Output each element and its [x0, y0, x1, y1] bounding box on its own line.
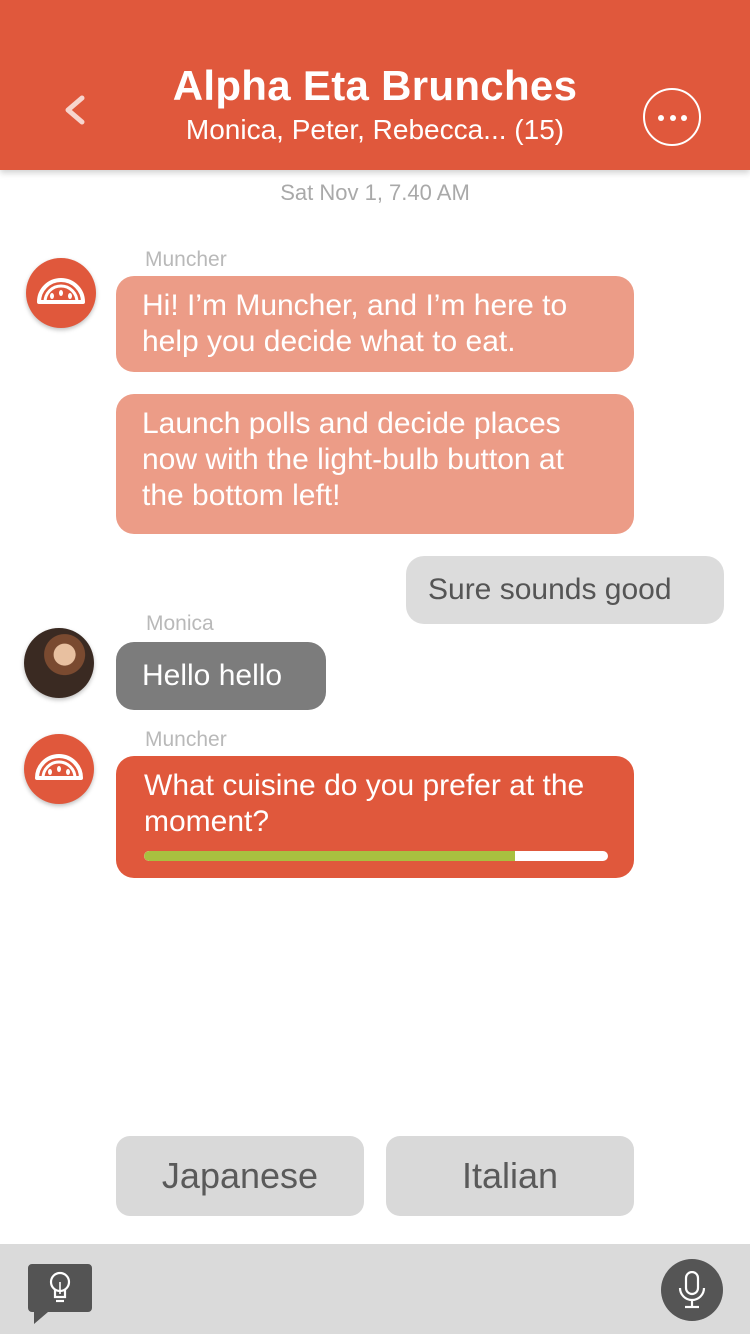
message-text: Launch polls and decide places now with …: [142, 407, 564, 512]
chat-header: Alpha Eta Brunches Monica, Peter, Rebecc…: [0, 0, 750, 170]
message-bubble: Hi! I’m Muncher, and I’m here to help yo…: [116, 276, 634, 372]
watermelon-icon: [35, 754, 83, 780]
watermelon-icon: [37, 278, 85, 304]
more-options-button[interactable]: [643, 88, 701, 146]
monica-avatar[interactable]: [24, 628, 94, 698]
sender-name: Muncher: [145, 728, 227, 751]
light-bulb-icon: [28, 1264, 92, 1324]
option-italian-button[interactable]: Italian: [386, 1136, 634, 1216]
poll-message-bubble[interactable]: What cuisine do you prefer at the moment…: [116, 756, 634, 878]
chat-timestamp: Sat Nov 1, 7.40 AM: [280, 180, 470, 205]
option-japanese-button[interactable]: Japanese: [116, 1136, 364, 1216]
poll-progress-fill: [144, 851, 516, 861]
message-text: Sure sounds good: [428, 573, 672, 606]
sender-name: Monica: [146, 612, 214, 635]
ellipsis-icon: [658, 114, 664, 121]
muncher-avatar[interactable]: [26, 258, 96, 328]
input-bar: [0, 1244, 750, 1334]
message-bubble: Hello hello: [116, 642, 326, 710]
light-bulb-button[interactable]: [26, 1262, 94, 1326]
own-message-bubble: Sure sounds good: [406, 556, 724, 624]
sender-name: Muncher: [145, 248, 227, 271]
message-text: What cuisine do you prefer at the moment…: [144, 769, 585, 838]
message-text: Hello hello: [142, 659, 283, 692]
microphone-button[interactable]: [661, 1259, 723, 1321]
microphone-icon: [678, 1271, 706, 1309]
message-text: Hi! I’m Muncher, and I’m here to help yo…: [142, 289, 568, 358]
poll-progress-bar: [144, 851, 608, 861]
muncher-avatar[interactable]: [24, 734, 94, 804]
message-bubble: Launch polls and decide places now with …: [116, 394, 634, 534]
group-title: Alpha Eta Brunches: [172, 62, 578, 109]
group-members[interactable]: Monica, Peter, Rebecca... (15): [0, 114, 750, 146]
